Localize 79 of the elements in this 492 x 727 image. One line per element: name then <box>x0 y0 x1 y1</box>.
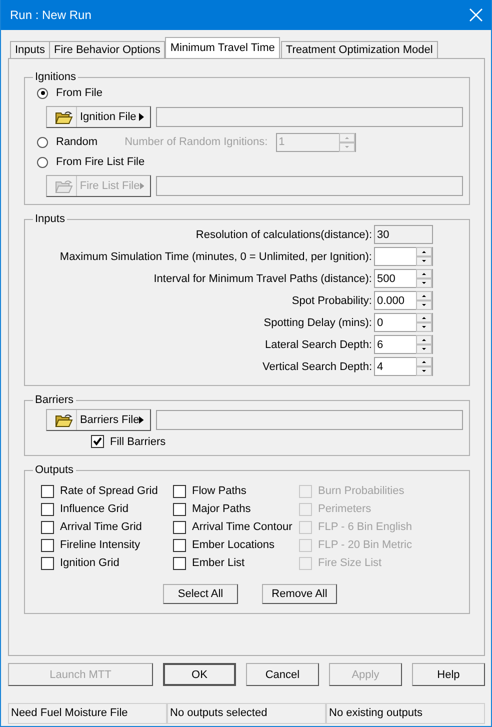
tab[interactable]: Treatment Optimization Model <box>280 41 438 58</box>
arrow-right-icon <box>140 182 144 190</box>
checkbox[interactable] <box>173 538 186 552</box>
push-button[interactable]: Remove All <box>262 584 337 604</box>
arrow-right-icon <box>139 416 144 424</box>
radio-button[interactable] <box>37 136 48 148</box>
spin-button[interactable] <box>416 313 432 332</box>
checkbox-label[interactable]: Influence Grid <box>60 503 128 515</box>
checkbox[interactable] <box>41 520 54 534</box>
checkbox-label[interactable]: Arrival Time Grid <box>60 521 142 533</box>
close-icon[interactable] <box>469 8 483 22</box>
checkbox-label[interactable]: Fireline Intensity <box>60 539 140 551</box>
checkbox[interactable] <box>41 538 54 552</box>
field-label: Maximum Simulation Time (minutes, 0 = Unlimited, per Ignition): <box>58 250 372 262</box>
spin-button[interactable] <box>416 247 432 266</box>
number-field[interactable]: 6 <box>374 335 433 354</box>
group-title: Inputs <box>34 213 66 225</box>
checkbox[interactable] <box>41 556 54 570</box>
readonly-field: 30 <box>374 225 433 244</box>
checkbox-label[interactable]: Flow Paths <box>192 485 246 497</box>
checkbox[interactable] <box>91 435 104 448</box>
file-button[interactable]: Barriers File <box>46 409 151 431</box>
number-field[interactable]: 0.000 <box>374 291 433 310</box>
group-title: Barriers <box>34 394 75 406</box>
radio-button[interactable] <box>37 156 48 168</box>
checkbox[interactable] <box>173 502 186 516</box>
group-title: Ignitions <box>34 71 77 83</box>
field-label: Interval for Minimum Travel Paths (distance): <box>152 272 372 284</box>
field-label: Spotting Delay (mins): <box>262 316 372 328</box>
checkbox[interactable] <box>173 484 186 498</box>
checkbox-label[interactable]: Ember Locations <box>192 539 275 551</box>
checkbox-label[interactable]: Rate of Spread Grid <box>60 485 158 497</box>
number-field[interactable]: 500 <box>374 269 433 288</box>
field-label: Lateral Search Depth: <box>264 338 372 350</box>
field-label: Number of Random Ignitions: <box>124 136 268 148</box>
radio-label[interactable]: From File <box>56 87 102 99</box>
spin-button[interactable] <box>338 132 355 152</box>
file-path-field[interactable] <box>156 410 463 430</box>
file-path-field[interactable] <box>156 176 463 196</box>
status-text: No outputs selected <box>167 703 326 724</box>
status-text: Need Fuel Moisture File <box>8 703 167 724</box>
tab[interactable]: Fire Behavior Options <box>48 41 166 58</box>
push-button[interactable]: Select All <box>163 584 238 604</box>
window-title: Run : New Run <box>10 8 92 22</box>
radio-button[interactable] <box>37 88 48 98</box>
checkbox-label[interactable]: Arrival Time Contour <box>192 521 292 533</box>
number-field[interactable] <box>374 247 433 266</box>
file-button[interactable]: Ignition File <box>46 106 151 128</box>
spin-button[interactable] <box>416 357 432 376</box>
tab[interactable]: Minimum Travel Time <box>165 37 280 58</box>
checkbox[interactable] <box>173 520 186 534</box>
group-title: Outputs <box>34 464 75 476</box>
status-text: No existing outputs <box>326 703 485 724</box>
number-field[interactable]: 0 <box>374 313 433 332</box>
dialog-button[interactable]: Cancel <box>246 663 319 686</box>
checkbox[interactable] <box>173 556 186 570</box>
file-path-field[interactable] <box>156 107 463 127</box>
spin-button[interactable] <box>416 291 432 310</box>
checkbox-label[interactable]: Ember List <box>192 557 245 569</box>
tab[interactable]: Inputs <box>10 41 50 58</box>
radio-label[interactable]: Random <box>56 136 98 148</box>
folder-icon <box>55 178 73 194</box>
checkbox-label[interactable]: Ignition Grid <box>60 557 120 569</box>
arrow-right-icon <box>139 113 144 121</box>
dialog-button[interactable]: OK <box>162 663 236 686</box>
field-label: Spot Probability: <box>290 294 372 306</box>
spin-button[interactable] <box>416 269 432 288</box>
folder-icon <box>55 412 73 428</box>
folder-icon <box>55 110 73 124</box>
dialog-button[interactable]: Help <box>412 663 485 686</box>
checkbox-label[interactable]: Fill Barriers <box>110 436 166 448</box>
checkbox[interactable] <box>41 484 54 498</box>
number-field[interactable]: 4 <box>374 357 433 376</box>
field-label: Vertical Search Depth: <box>262 360 372 372</box>
spin-button[interactable] <box>416 335 432 354</box>
checkbox[interactable] <box>41 502 54 516</box>
field-label: Resolution of calculations(distance): <box>194 228 372 240</box>
checkbox-label[interactable]: Major Paths <box>192 503 251 515</box>
radio-label[interactable]: From Fire List File <box>56 156 145 168</box>
